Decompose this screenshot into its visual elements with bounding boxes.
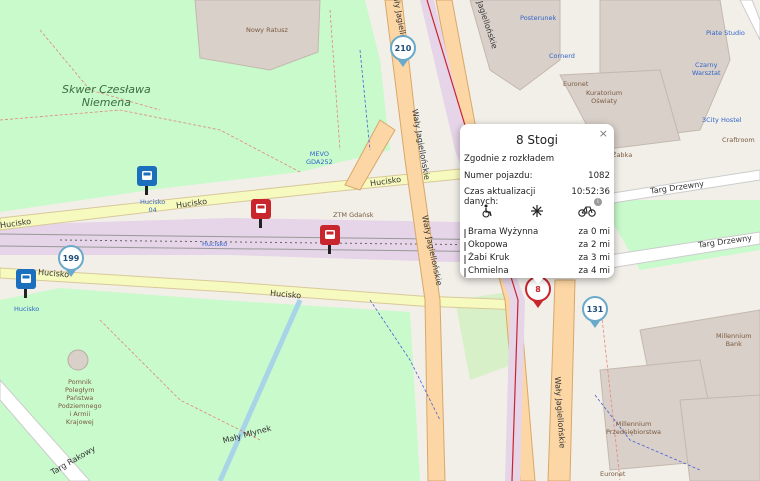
vehicle-marker[interactable]: 210 xyxy=(390,35,416,61)
popup-tail xyxy=(532,277,544,284)
map-view[interactable]: Skwer Czesława Niemena Nowy Ratusz ZTM G… xyxy=(0,0,760,481)
tram-stop-icon[interactable] xyxy=(320,225,340,245)
selected-vehicle-marker-tail xyxy=(533,301,543,308)
tram-stop-stem xyxy=(328,245,331,254)
vehicle-marker-tail xyxy=(66,270,76,277)
air-conditioning-icon xyxy=(530,204,544,218)
vehicle-number-value: 1082 xyxy=(588,171,610,181)
list-item: Żabi Kruk za 3 mi xyxy=(464,253,610,266)
list-item: Okopowa za 2 mi xyxy=(464,240,610,253)
vehicle-number-label: Numer pojazdu: xyxy=(464,171,533,181)
tram-stop-stem xyxy=(259,219,262,228)
tram-stop-icon[interactable] xyxy=(251,199,271,219)
list-item: Brama Wyżynna za 0 mi xyxy=(464,227,610,240)
popup-title: 8 Stogi xyxy=(515,133,559,147)
vehicle-marker[interactable]: 131 xyxy=(582,296,608,322)
vehicle-marker[interactable]: 199 xyxy=(58,245,84,271)
bicycle-icon xyxy=(578,204,596,218)
vehicle-popup: × 8 Stogi Zgodnie z rozkładem Numer poja… xyxy=(460,124,614,284)
map-background xyxy=(0,0,760,481)
bus-stop-icon[interactable] xyxy=(16,269,36,289)
vehicle-number-row: Numer pojazdu: 1082 xyxy=(464,171,610,181)
bus-stop-icon[interactable] xyxy=(137,166,157,186)
next-stops-list: Brama Wyżynna za 0 mi Okopowa za 2 mi Żabi… xyxy=(464,227,610,279)
status-text: Zgodnie z rozkładem xyxy=(464,154,555,164)
bus-stop-stem xyxy=(145,186,148,195)
info-badge-icon[interactable]: i xyxy=(594,198,602,206)
bus-stop-stem xyxy=(24,289,27,298)
wheelchair-icon xyxy=(480,204,494,218)
vehicle-marker-tail xyxy=(590,321,600,328)
vehicle-marker-tail xyxy=(398,60,408,67)
status-row: Zgodnie z rozkładem xyxy=(464,154,610,164)
